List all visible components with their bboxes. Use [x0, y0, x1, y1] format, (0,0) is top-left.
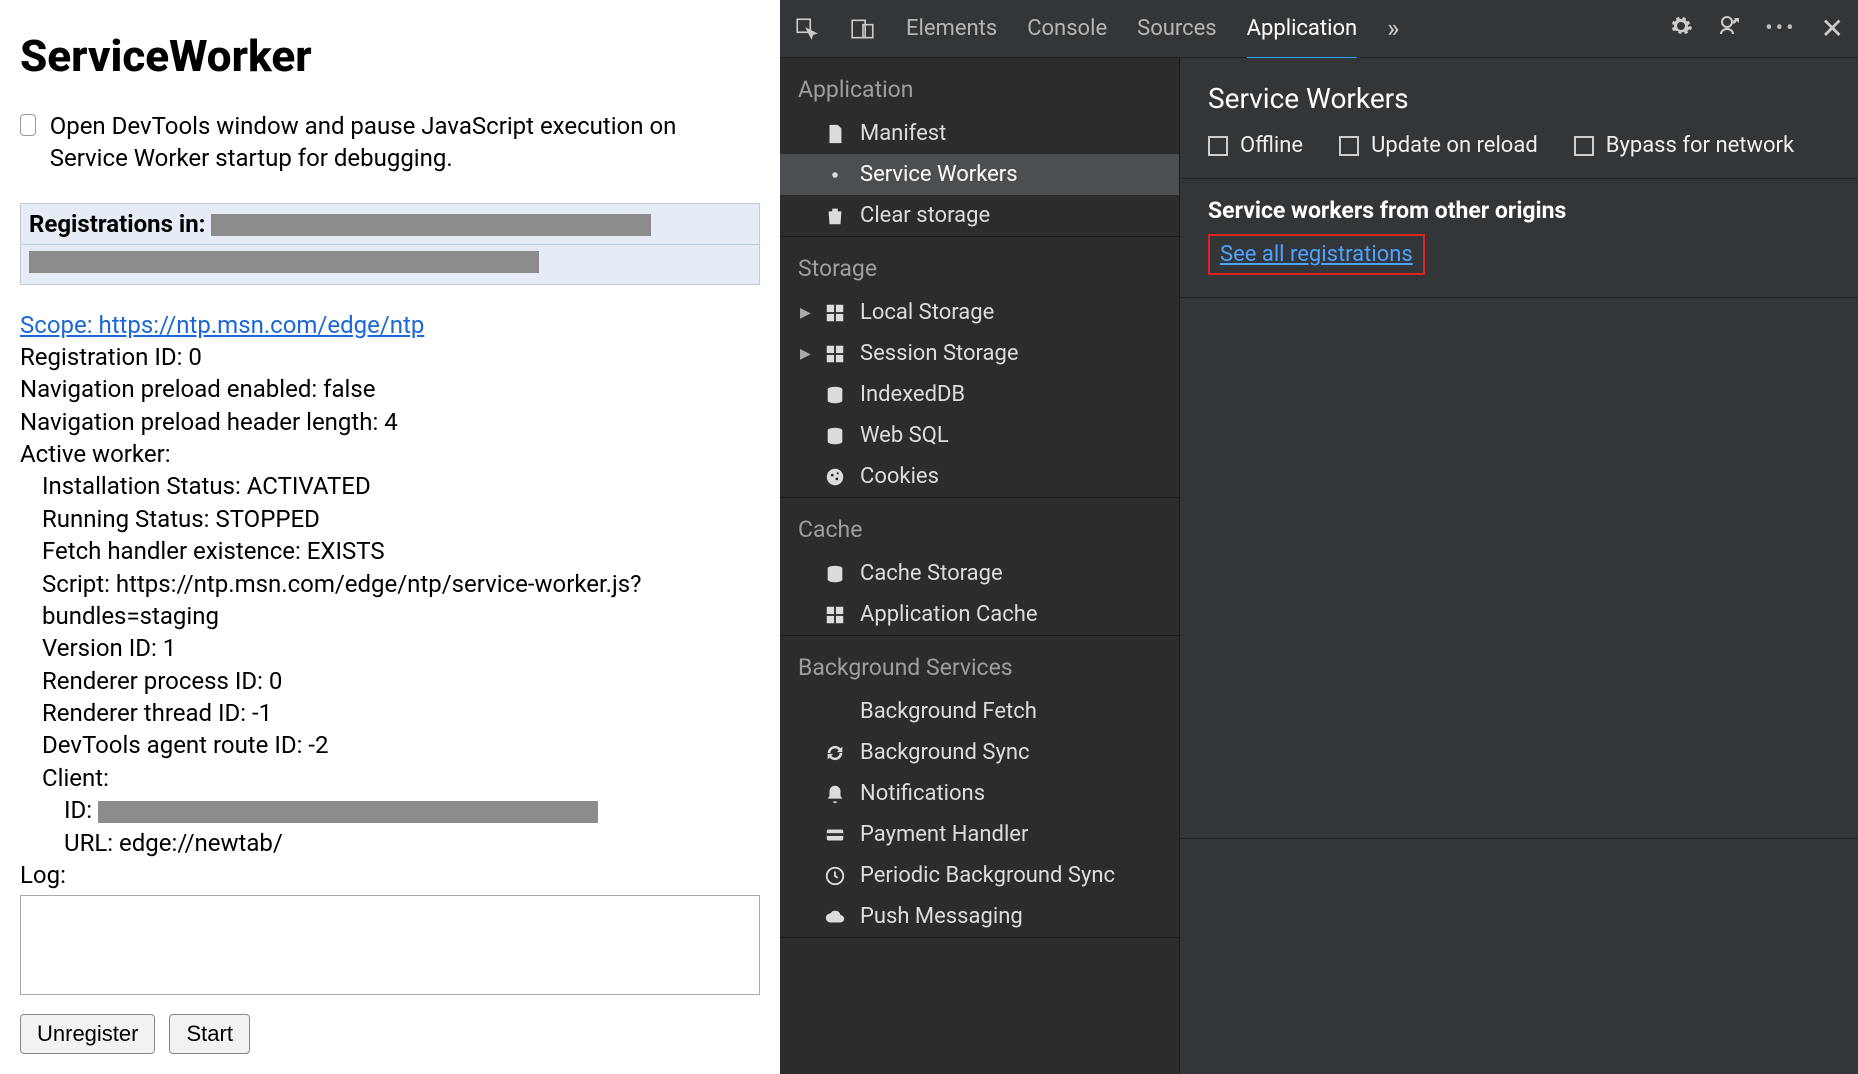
- sb-item-push[interactable]: Push Messaging: [780, 896, 1179, 937]
- nav-preload-header-len: Navigation preload header length: 4: [20, 406, 760, 438]
- renderer-pid: Renderer process ID: 0: [42, 665, 760, 697]
- database-icon: [824, 563, 846, 585]
- expand-icon[interactable]: ▶: [800, 305, 811, 321]
- close-icon[interactable]: ✕: [1821, 12, 1844, 45]
- registrations-header: Registrations in:: [20, 203, 760, 245]
- sb-group-bg-services: Background Services: [780, 636, 1179, 691]
- scope-link[interactable]: Scope: https://ntp.msn.com/edge/ntp: [20, 311, 760, 339]
- see-all-registrations-link[interactable]: See all registrations: [1220, 242, 1413, 267]
- renderer-tid: Renderer thread ID: -1: [42, 697, 760, 729]
- gear-icon: [824, 164, 846, 186]
- client-id: ID:: [64, 794, 760, 826]
- sb-item-websql[interactable]: Web SQL: [780, 415, 1179, 456]
- registrations-subheader: [20, 245, 760, 285]
- page-title: ServiceWorker: [20, 30, 760, 82]
- bell-icon: [824, 783, 846, 805]
- start-button[interactable]: Start: [169, 1014, 249, 1054]
- other-origins-title: Service workers from other origins: [1208, 197, 1830, 224]
- panel-footer: [1180, 838, 1858, 868]
- expand-icon[interactable]: ▶: [800, 346, 811, 362]
- grid-icon: [824, 302, 846, 324]
- cloud-icon: [824, 906, 846, 928]
- sb-item-service-workers[interactable]: Service Workers: [780, 154, 1179, 195]
- trash-icon: [824, 205, 846, 227]
- offline-checkbox[interactable]: Offline: [1208, 133, 1303, 158]
- redacted-client-id: [98, 801, 598, 823]
- sb-item-periodic-sync[interactable]: Periodic Background Sync: [780, 855, 1179, 896]
- tab-elements[interactable]: Elements: [906, 16, 997, 41]
- client-url: URL: edge://newtab/: [64, 827, 760, 859]
- sb-item-manifest[interactable]: Manifest: [780, 113, 1179, 154]
- registration-id: Registration ID: 0: [20, 341, 760, 373]
- panel-title: Service Workers: [1180, 58, 1858, 133]
- sb-item-notifications[interactable]: Notifications: [780, 773, 1179, 814]
- sb-item-clear-storage[interactable]: Clear storage: [780, 195, 1179, 236]
- grid-icon: [824, 343, 846, 365]
- grid-icon: [824, 604, 846, 626]
- running-status: Running Status: STOPPED: [42, 503, 760, 535]
- sb-item-application-cache[interactable]: Application Cache: [780, 594, 1179, 635]
- tab-console[interactable]: Console: [1027, 16, 1107, 41]
- card-icon: [824, 824, 846, 846]
- log-label: Log:: [20, 859, 760, 891]
- redacted-origin: [211, 214, 651, 236]
- sb-item-local-storage[interactable]: ▶ Local Storage: [780, 292, 1179, 333]
- sync-icon: [824, 742, 846, 764]
- tab-sources[interactable]: Sources: [1137, 16, 1217, 41]
- script-url: Script: https://ntp.msn.com/edge/ntp/ser…: [42, 568, 760, 633]
- file-icon: [824, 123, 846, 145]
- sb-item-cache-storage[interactable]: Cache Storage: [780, 553, 1179, 594]
- tab-application[interactable]: Application: [1247, 16, 1357, 60]
- sb-group-storage: Storage: [780, 237, 1179, 292]
- highlight-box: See all registrations: [1208, 234, 1425, 275]
- database-icon: [824, 384, 846, 406]
- kebab-icon[interactable]: •••: [1765, 16, 1796, 41]
- fetch-handler: Fetch handler existence: EXISTS: [42, 535, 760, 567]
- debug-on-startup-checkbox[interactable]: [20, 114, 36, 136]
- bypass-for-network-checkbox[interactable]: Bypass for network: [1574, 133, 1794, 158]
- active-worker-label: Active worker:: [20, 438, 760, 470]
- clock-icon: [824, 865, 846, 887]
- sb-item-indexeddb[interactable]: IndexedDB: [780, 374, 1179, 415]
- cookie-icon: [824, 466, 846, 488]
- sb-item-bg-fetch[interactable]: Background Fetch: [780, 691, 1179, 732]
- device-toggle-icon[interactable]: [850, 16, 876, 42]
- sb-group-application: Application: [780, 58, 1179, 113]
- version-id: Version ID: 1: [42, 632, 760, 664]
- devtools-route: DevTools agent route ID: -2: [42, 729, 760, 761]
- sb-item-session-storage[interactable]: ▶ Session Storage: [780, 333, 1179, 374]
- gear-icon[interactable]: [1669, 14, 1693, 44]
- sb-item-bg-sync[interactable]: Background Sync: [780, 732, 1179, 773]
- unregister-button[interactable]: Unregister: [20, 1014, 155, 1054]
- sb-group-cache: Cache: [780, 498, 1179, 553]
- inspect-icon[interactable]: [794, 16, 820, 42]
- sb-item-payment[interactable]: Payment Handler: [780, 814, 1179, 855]
- more-tabs-icon[interactable]: »: [1387, 14, 1399, 44]
- client-label: Client:: [42, 762, 760, 794]
- redacted-subline: [29, 251, 539, 273]
- update-on-reload-checkbox[interactable]: Update on reload: [1339, 133, 1538, 158]
- devtools-tabbar: Elements Console Sources Application » •…: [780, 0, 1858, 58]
- sb-item-cookies[interactable]: Cookies: [780, 456, 1179, 497]
- transfer-icon: [824, 701, 846, 723]
- feedback-icon[interactable]: [1717, 14, 1741, 44]
- install-status: Installation Status: ACTIVATED: [42, 470, 760, 502]
- debug-on-startup-label: Open DevTools window and pause JavaScrip…: [50, 110, 760, 175]
- nav-preload-enabled: Navigation preload enabled: false: [20, 373, 760, 405]
- log-textarea[interactable]: [20, 895, 760, 995]
- database-icon: [824, 425, 846, 447]
